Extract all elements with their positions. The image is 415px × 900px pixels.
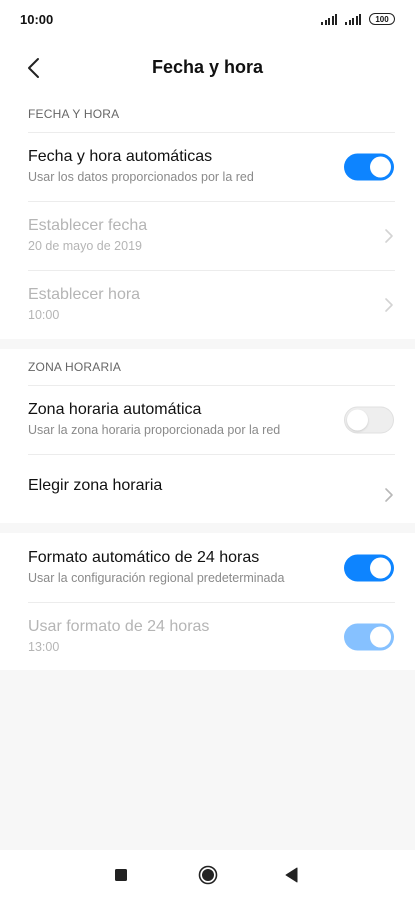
use-24h-row: Usar formato de 24 horas 13:00	[0, 602, 415, 671]
section-time-zone: ZONA HORARIA Zona horaria automática Usa…	[0, 349, 415, 523]
battery-level: 100	[375, 14, 389, 24]
section-header: FECHA Y HORA	[28, 107, 120, 121]
chevron-right-icon	[385, 487, 393, 502]
auto-zone-toggle[interactable]	[344, 406, 394, 433]
home-circle-icon	[198, 865, 218, 885]
battery-icon: 100	[369, 13, 395, 25]
row-value: 10:00	[28, 308, 60, 322]
status-time: 10:00	[20, 11, 54, 27]
row-title: Elegir zona horaria	[28, 476, 163, 494]
back-chevron-icon	[28, 58, 39, 78]
row-value: 20 de mayo de 2019	[28, 239, 142, 253]
section-date-time: FECHA Y HORA Fecha y hora automáticas Us…	[0, 96, 415, 339]
recents-button[interactable]	[96, 850, 146, 900]
section-format: Formato automático de 24 horas Usar la c…	[0, 533, 415, 670]
signal-icon	[345, 13, 361, 25]
row-title: Establecer fecha	[28, 217, 148, 234]
auto-zone-row[interactable]: Zona horaria automática Usar la zona hor…	[0, 385, 415, 454]
back-triangle-icon	[285, 867, 298, 883]
set-time-row: Establecer hora 10:00	[0, 270, 415, 339]
choose-zone-row[interactable]: Elegir zona horaria	[0, 454, 415, 523]
auto-24h-toggle[interactable]	[344, 554, 394, 581]
navigation-bar	[0, 850, 415, 900]
chevron-right-icon	[385, 228, 393, 243]
recents-square-icon	[115, 869, 127, 881]
set-date-row: Establecer fecha 20 de mayo de 2019	[0, 201, 415, 270]
back-nav-button[interactable]	[267, 850, 317, 900]
home-button[interactable]	[183, 850, 233, 900]
status-bar: 10:00 100	[0, 0, 415, 38]
auto-24h-row[interactable]: Formato automático de 24 horas Usar la c…	[0, 533, 415, 602]
use-24h-toggle	[344, 623, 394, 650]
back-button[interactable]	[18, 52, 50, 84]
section-header: ZONA HORARIA	[28, 360, 122, 374]
page-title: Fecha y hora	[151, 56, 264, 77]
auto-datetime-row[interactable]: Fecha y hora automáticas Usar los datos …	[0, 132, 415, 201]
chevron-right-icon	[385, 297, 393, 312]
row-title: Establecer hora	[28, 286, 141, 303]
auto-datetime-toggle[interactable]	[344, 153, 394, 180]
signal-icon	[321, 13, 337, 25]
status-icons: 100	[321, 13, 395, 25]
app-bar: Fecha y hora	[0, 38, 415, 96]
